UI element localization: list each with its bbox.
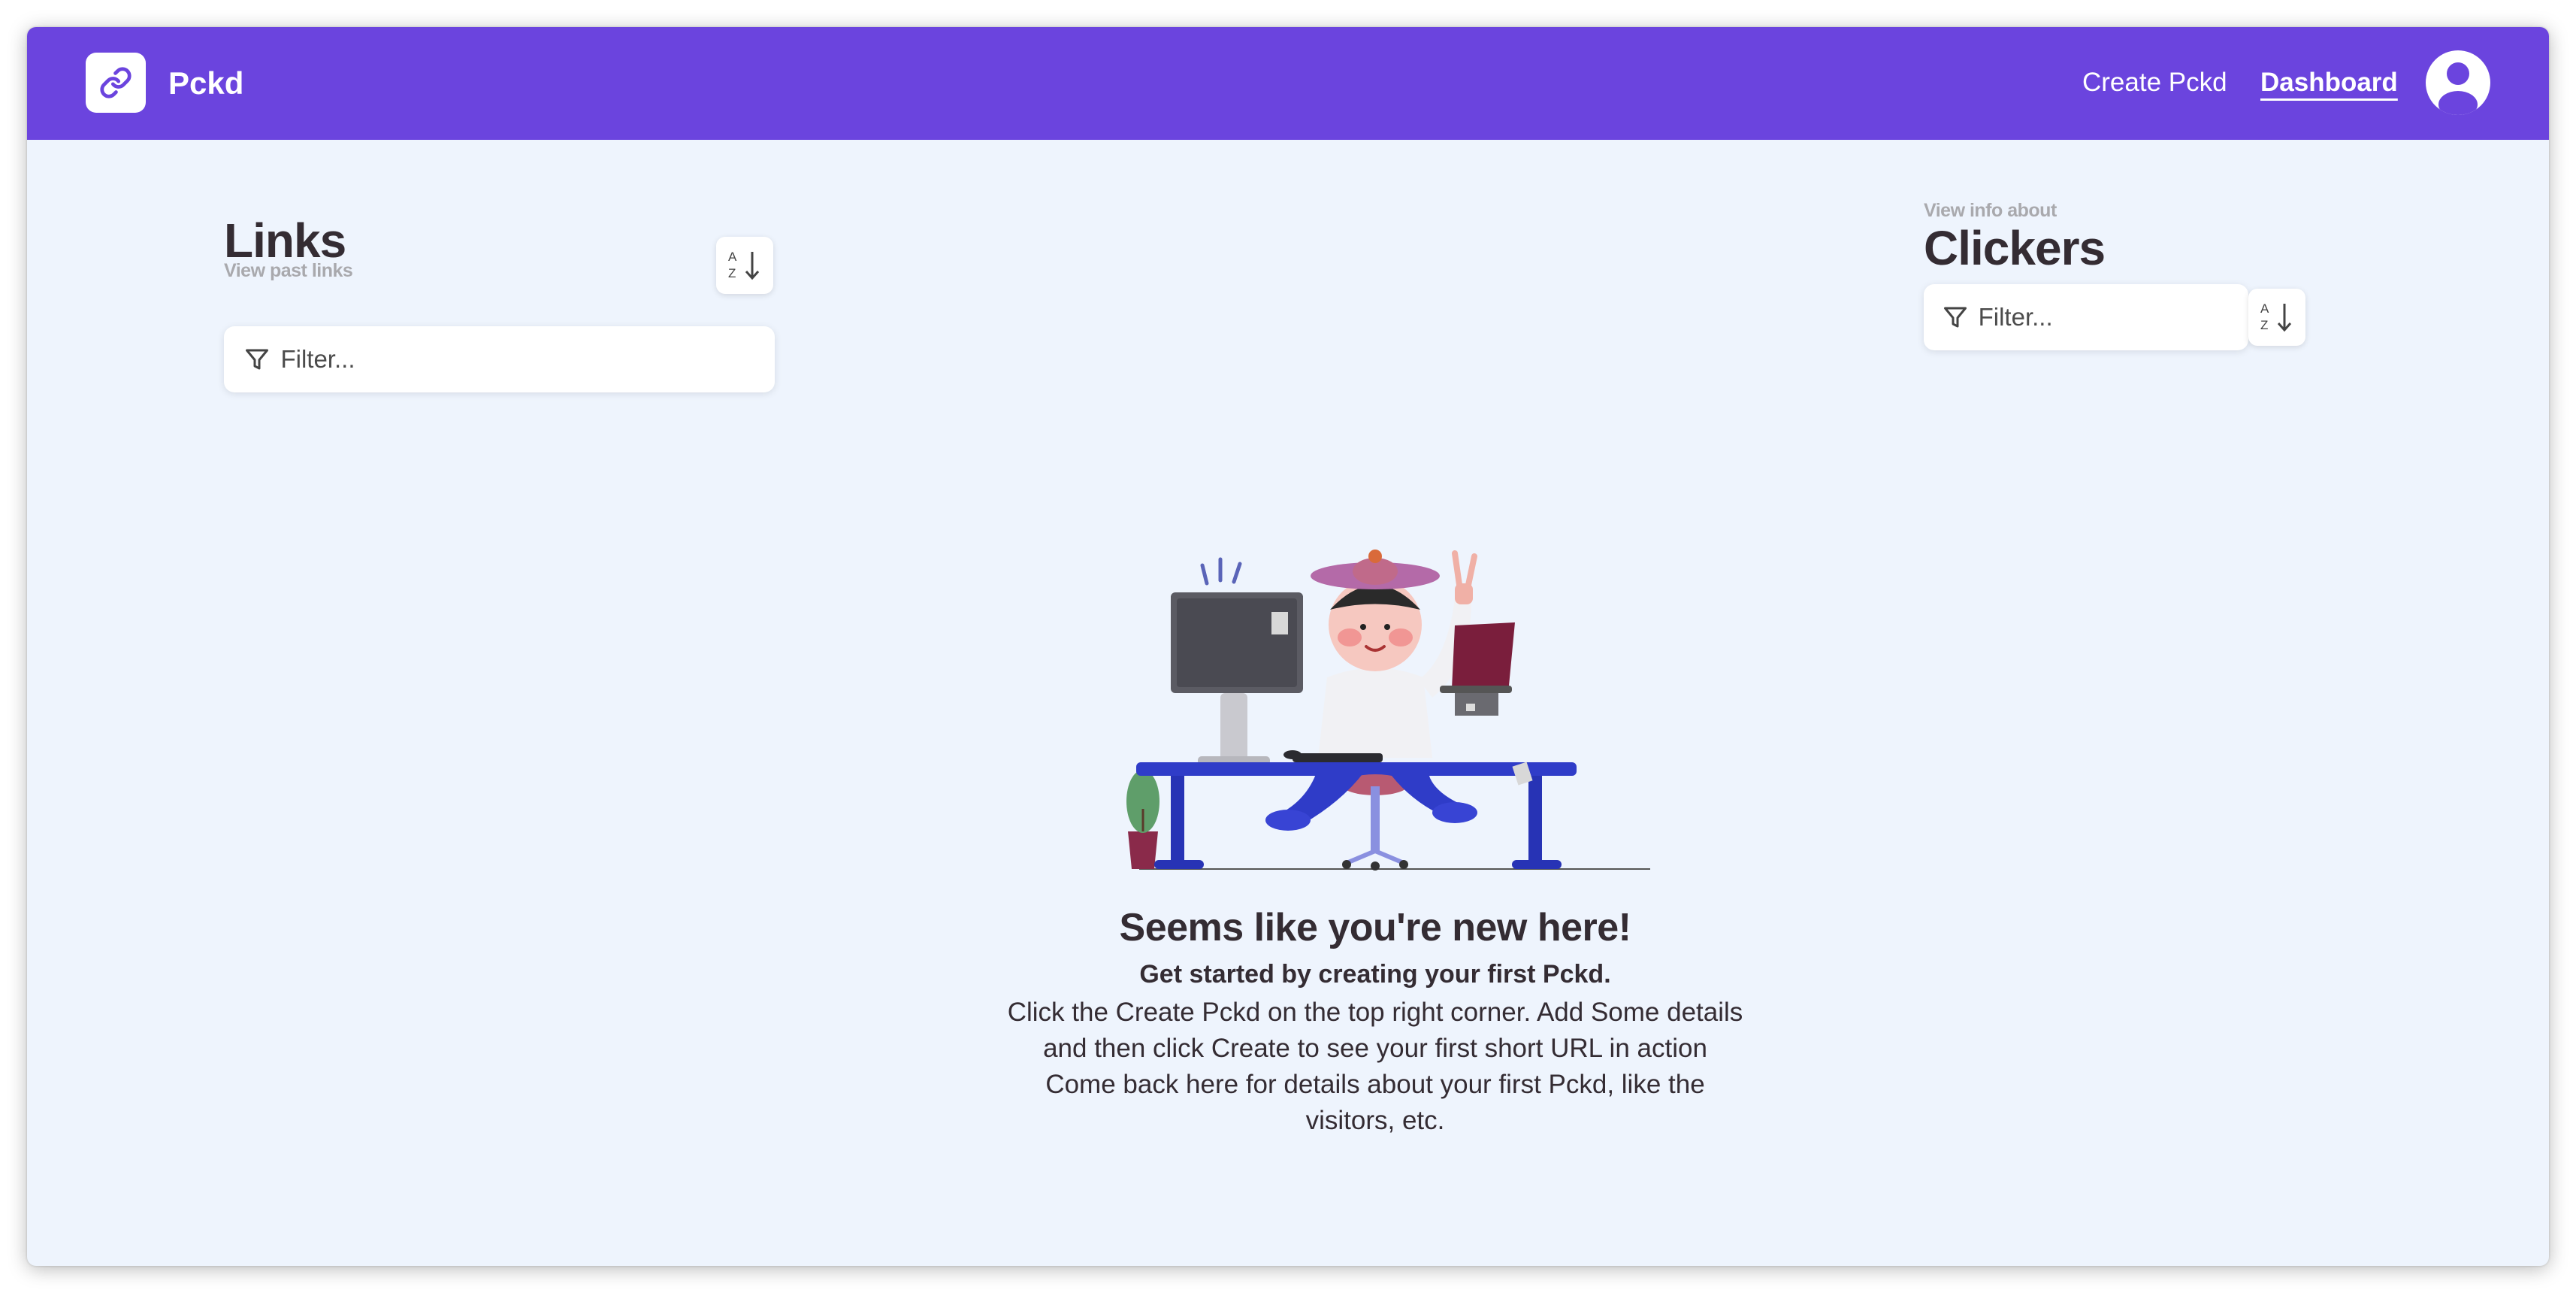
- clickers-sort-button[interactable]: A Z: [2248, 289, 2305, 346]
- svg-text:Z: Z: [2260, 318, 2268, 332]
- svg-text:Z: Z: [728, 266, 736, 280]
- brand-name[interactable]: Pckd: [168, 60, 243, 107]
- clickers-filter-input[interactable]: [1978, 303, 2248, 332]
- clickers-filter[interactable]: [1924, 284, 2248, 350]
- svg-text:A: A: [2260, 301, 2269, 316]
- link-icon: [100, 67, 132, 98]
- sort-alpha-down-icon: A Z: [728, 250, 760, 280]
- nav-create-pckd-link[interactable]: Create Pckd: [2082, 62, 2227, 104]
- logo-button[interactable]: [86, 53, 146, 113]
- clickers-title: Clickers: [1924, 221, 2106, 275]
- links-subtitle: View past links: [224, 260, 353, 281]
- links-filter-input[interactable]: [280, 345, 775, 374]
- filter-icon: [242, 343, 271, 376]
- links-title: Links: [224, 213, 346, 268]
- empty-state-subtitle: Get started by creating your first Pckd.: [1139, 960, 1611, 989]
- empty-state-details-note: Come back here for details about your fi…: [1045, 1070, 1705, 1135]
- svg-text:A: A: [728, 250, 737, 264]
- navbar: Pckd Create Pckd Dashboard: [27, 27, 2549, 140]
- empty-state-title: Seems like you're new here!: [1119, 906, 1631, 949]
- nav-dashboard-link[interactable]: Dashboard: [2260, 62, 2398, 104]
- clickers-kicker: View info about: [1924, 200, 2057, 221]
- profile-button[interactable]: [2426, 50, 2490, 115]
- app-window: Pckd Create Pckd Dashboard Links View pa…: [27, 27, 2549, 1266]
- empty-state-body: Click the Create Pckd on the top right c…: [1004, 995, 1746, 1139]
- empty-state-instructions: Click the Create Pckd on the top right c…: [1007, 998, 1743, 1063]
- links-filter[interactable]: [224, 326, 775, 392]
- user-avatar-icon: [2438, 62, 2478, 115]
- sort-alpha-down-icon: A Z: [2260, 301, 2292, 332]
- filter-icon: [1942, 301, 1970, 334]
- person-at-desk-illustration: [1126, 550, 1650, 871]
- links-sort-button[interactable]: A Z: [716, 237, 773, 294]
